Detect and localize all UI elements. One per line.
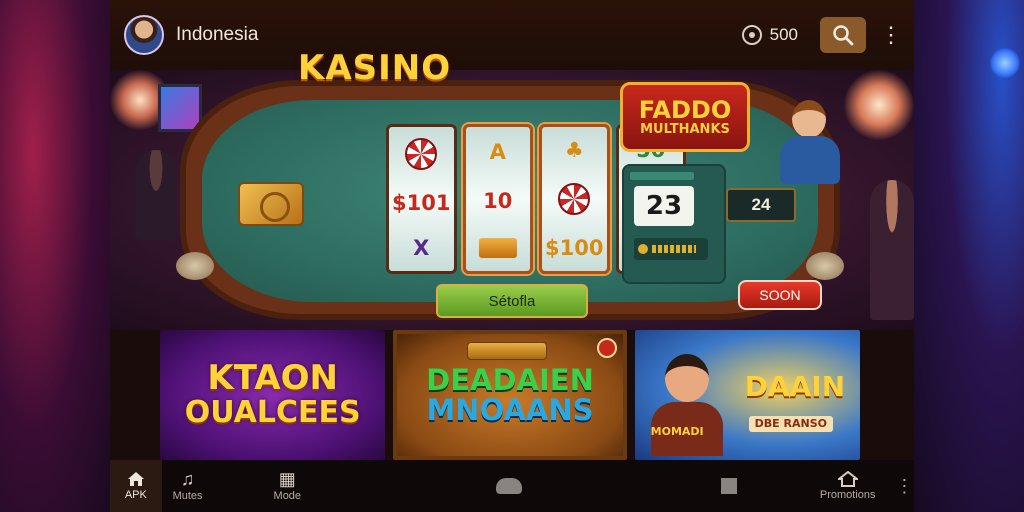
promo-sign-title: FADDO — [638, 95, 732, 124]
table-post — [176, 252, 214, 280]
reel-symbol: X — [413, 236, 430, 261]
top-bar-actions: 500 ⋮ — [741, 17, 902, 53]
search-button[interactable] — [820, 17, 866, 53]
nav-item-square[interactable] — [703, 460, 755, 512]
table-post — [806, 252, 844, 280]
stop-button[interactable]: SOON — [738, 280, 822, 310]
search-icon — [833, 25, 854, 46]
nav-label: Mode — [273, 490, 302, 502]
frog-icon: ♣ — [564, 137, 584, 162]
character-art — [650, 346, 723, 456]
reel-symbol: 10 — [483, 188, 513, 213]
spectator-figure — [136, 150, 176, 240]
casino-chip-icon — [405, 137, 438, 170]
app-window: Indonesia 500 ⋮ $101 X A 10 ♣ $100 23 24… — [110, 0, 914, 512]
spin-button[interactable]: Sétofla — [436, 284, 588, 318]
bottom-navigation: APK ♫ Mutes ▦ Mode Promotions ⋮ — [110, 460, 914, 512]
avatar[interactable] — [124, 15, 164, 55]
nav-label: APK — [124, 489, 147, 501]
bet-lines — [652, 245, 696, 253]
game-title-line: MNOAANS — [426, 393, 594, 427]
reel-symbol: A — [489, 139, 506, 164]
controller-icon — [496, 478, 523, 494]
game-title-line: OUALCEES — [184, 395, 361, 431]
chip-icon — [638, 244, 648, 254]
game-tile[interactable]: KTAON OUALCEES — [160, 330, 386, 460]
gold-coin-plaque — [238, 182, 304, 226]
side-value: 24 — [726, 188, 796, 222]
background-left — [0, 0, 110, 512]
gold-bar-icon — [478, 238, 517, 259]
reel-3: ♣ $100 — [539, 124, 610, 274]
reel-symbol: $100 — [545, 236, 604, 261]
game-tile[interactable]: DAAIN DBE RANSO MOMADI — [634, 330, 860, 460]
character-head — [664, 354, 709, 402]
bet-strip — [634, 238, 708, 260]
game-subtitle: DBE RANSO — [748, 416, 833, 432]
score-value: 23 — [634, 186, 694, 226]
reel-symbol: $101 — [392, 190, 451, 215]
more-vertical-icon[interactable]: ⋮ — [880, 24, 902, 46]
grid-icon: ▦ — [278, 469, 296, 489]
dealer-head — [792, 100, 826, 138]
dealer-figure — [780, 100, 840, 184]
lamp-right — [844, 70, 914, 140]
top-bar: Indonesia 500 ⋮ — [110, 0, 914, 70]
coin-icon — [741, 25, 762, 45]
music-icon: ♫ — [180, 469, 195, 489]
game-tiles: KTAON OUALCEES DEADAIEN MNOAANS DAAIN DB… — [160, 330, 860, 460]
more-vertical-icon[interactable]: ⋮ — [895, 477, 914, 495]
reel-2: A 10 — [462, 124, 533, 274]
coin-balance: 500 — [769, 25, 798, 44]
spectator-figure — [870, 180, 914, 320]
reel-1: $101 X — [386, 124, 457, 274]
scoreboard-header — [630, 172, 694, 180]
nav-item-controller[interactable] — [483, 460, 535, 512]
nav-item-apk[interactable]: APK — [110, 460, 162, 512]
game-title-line: DEADAIEN — [426, 362, 594, 397]
nav-label: Promotions — [819, 489, 876, 501]
game-title-line: DAAIN — [744, 370, 846, 403]
promo-sign: FADDO MULTHANKS — [620, 82, 750, 152]
nav-item-promotions[interactable]: Promotions — [805, 460, 891, 512]
region-label[interactable]: Indonesia — [176, 24, 258, 46]
badge-icon — [596, 338, 617, 358]
promo-sign-subtitle: MULTHANKS — [640, 121, 730, 137]
featured-banner[interactable]: $101 X A 10 ♣ $100 50 4 — [110, 48, 914, 330]
game-tile[interactable]: DEADAIEN MNOAANS — [393, 330, 627, 460]
home-icon — [127, 472, 144, 486]
nav-label: Mutes — [172, 490, 203, 502]
tile-banner — [467, 342, 548, 360]
square-icon — [720, 478, 737, 494]
house-icon — [837, 471, 858, 487]
nav-item-mutes[interactable]: ♫ Mutes — [162, 460, 214, 512]
casino-logo: KASINO — [298, 48, 452, 88]
scoreboard: 23 — [622, 164, 726, 284]
stage-light — [990, 48, 1020, 78]
casino-chip-icon — [558, 182, 591, 215]
nav-item-mode[interactable]: ▦ Mode — [261, 460, 313, 512]
dealer-body — [780, 136, 840, 184]
game-title-line: KTAON — [207, 358, 338, 399]
game-caption: MOMADI — [650, 425, 704, 438]
